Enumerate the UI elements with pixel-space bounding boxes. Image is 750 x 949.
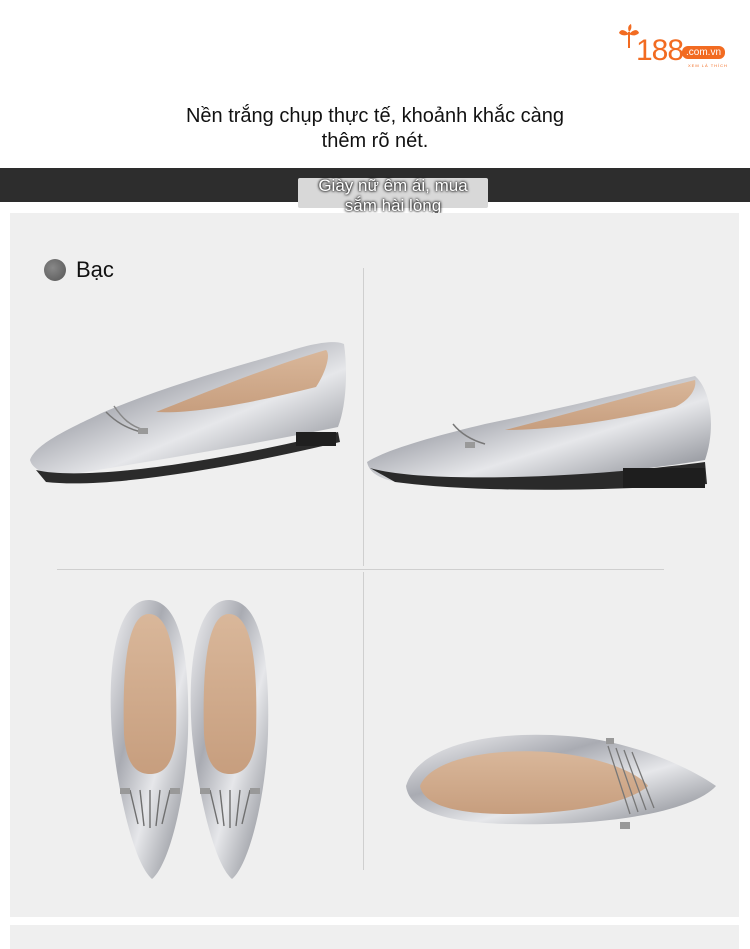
color-name-label: Bạc [76, 257, 114, 282]
brand-logo[interactable]: 188 .com.vn XEM LÀ THÍCH [618, 22, 733, 72]
grid-divider-horizontal [57, 569, 664, 570]
shoe-photo-side-left [30, 342, 346, 484]
brand-slogan: XEM LÀ THÍCH [688, 63, 728, 68]
shoe-photo-angled [406, 734, 716, 829]
headline-line-2: thêm rõ nét. [321, 130, 429, 152]
grid-divider-vertical-top [363, 268, 364, 566]
next-section-strip [10, 925, 739, 949]
brand-number: 188 [636, 34, 684, 67]
banner-line-1: Giày nữ êm ái, mua [318, 176, 468, 195]
shoe-photo-top-pair [110, 599, 269, 879]
headline: Nền trắng chụp thực tế, khoảnh khắc càng… [150, 104, 600, 154]
banner-text: Giày nữ êm ái, mua sắm hài lòng [298, 176, 488, 216]
shoe-photo-side-right [367, 376, 711, 490]
headline-line-1: Nền trắng chụp thực tế, khoảnh khắc càng [185, 105, 565, 127]
color-swatch-icon [44, 259, 66, 281]
brand-domain: .com.vn [682, 46, 726, 59]
grid-divider-vertical-bottom [363, 572, 364, 870]
